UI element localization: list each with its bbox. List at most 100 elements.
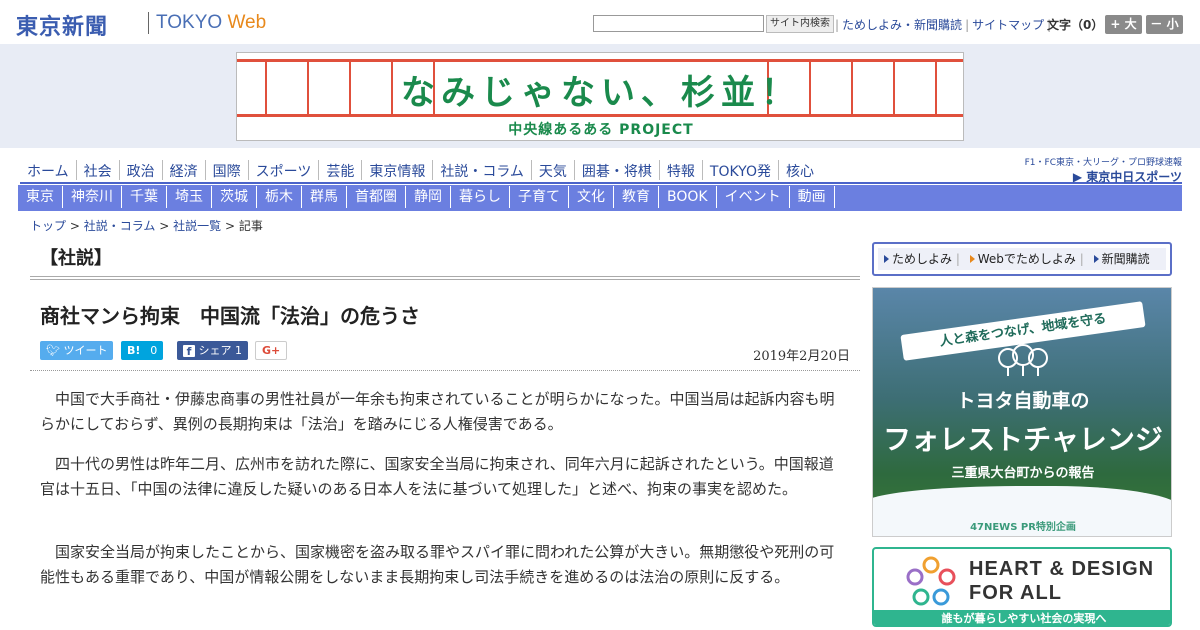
nav-home[interactable]: ホーム [20,160,77,180]
ad-title-line2: フォレストチャレンジ [883,423,1163,456]
nav-editorial-column[interactable]: 社説・コラム [433,160,532,180]
subscription-links: ためしよみ | Webでためしよみ | 新聞購読 [878,248,1166,270]
site-search-button[interactable]: サイト内検索 [766,15,834,33]
nav-region-kanagawa[interactable]: 神奈川 [63,186,122,208]
hatena-count: 0 [150,344,158,357]
header-divider: | [835,18,840,32]
nav-entertainment[interactable]: 芸能 [319,160,363,180]
trial-subscribe-link[interactable]: ためしよみ・新聞購読 [842,18,962,32]
article-date: 2019年2月20日 [753,349,850,364]
nav-economy[interactable]: 経済 [163,160,206,180]
hatena-bookmark-button[interactable]: B! 0 [121,341,164,360]
breadcrumb-editorial-column[interactable]: 社説・コラム [84,219,156,233]
article-paragraph: 中国で大手商社・伊藤忠商事の男性社員が一年余も拘束されていることが明らかになった… [40,390,835,433]
breadcrumb-current: 記事 [238,219,263,233]
nav-living[interactable]: 暮らし [451,186,510,208]
section-divider [30,276,860,280]
arrow-right-icon [1093,255,1099,263]
chunichi-sports-link[interactable]: F1・FC東京・大リーグ・プロ野球速報 ▶ 東京中日スポーツ [1025,155,1182,185]
trial-read-link[interactable]: ためしよみ [892,252,952,266]
nav-region-gunma[interactable]: 群馬 [302,186,347,208]
site-search-input[interactable] [593,15,764,32]
nav-special-report[interactable]: 特報 [660,160,703,180]
ad2-title-line1: HEART & DESIGN [969,558,1155,580]
nav-go-shogi[interactable]: 囲碁・将棋 [575,160,660,180]
breadcrumb-editorial-list[interactable]: 社説一覧 [173,219,221,233]
nav-core[interactable]: 核心 [779,160,821,180]
logo-tokyo-shimbun[interactable]: 東京新聞 [16,9,108,41]
arrow-right-icon [969,255,975,263]
nav-region-saitama[interactable]: 埼玉 [167,186,212,208]
web-trial-read-link[interactable]: Webでためしよみ [978,252,1076,266]
article-paragraph: 国家安全当局が拘束したことから、国家機密を盗み取る罪やスパイ罪に問われた公算が大… [40,543,835,586]
logo-tokyo-text: TOKYO [156,12,223,33]
nav-region-chiba[interactable]: 千葉 [122,186,167,208]
section-title: 【社説】 [40,248,112,269]
tweet-button[interactable]: 🐦︎ ツイート [40,341,114,360]
region-nav: 東京 神奈川 千葉 埼玉 茨城 栃木 群馬 首都圏 静岡 暮らし 子育て 文化 … [18,185,1182,211]
ad2-tagline: 誰もが暮らしやすい社会の実現へ [874,610,1170,625]
breadcrumb-separator: > [69,219,80,233]
breadcrumb-separator: > [159,219,170,233]
sports-link-title: ▶ 東京中日スポーツ [1072,170,1182,184]
banner-rail [237,114,963,117]
nav-tokyo-hatsu[interactable]: TOKYO発 [703,160,779,180]
nav-region-tochigi[interactable]: 栃木 [257,186,302,208]
article-divider [30,370,860,371]
article-headline: 商社マンら拘束 中国流「法治」の危うさ [40,304,420,328]
sports-link-caption: F1・FC東京・大リーグ・プロ野球速報 [1024,158,1182,168]
banner-title: なみじゃない、杉並！ [401,73,801,113]
star-emblem-icon [906,556,956,606]
nav-book[interactable]: BOOK [659,186,717,208]
banner-subtitle: 中央線あるある PROJECT [508,122,694,138]
nav-politics[interactable]: 政治 [120,160,163,180]
breadcrumb: トップ > 社説・コラム > 社説一覧 > 記事 [30,217,263,234]
subscription-links-box: ためしよみ | Webでためしよみ | 新聞購読 [872,242,1172,276]
ad-title-line1: トヨタ自動車の [956,390,1090,412]
link-divider: | [1079,252,1084,266]
ad2-title-line2: FOR ALL [969,582,1062,604]
nav-event[interactable]: イベント [717,186,790,208]
font-larger-button[interactable]: + 大 [1105,15,1142,34]
sitemap-link[interactable]: サイトマップ [972,18,1044,32]
breadcrumb-separator: > [224,219,235,233]
nav-parenting[interactable]: 子育て [510,186,569,208]
article-paragraph: 四十代の男性は昨年二月、広州市を訪れた際に、国家安全当局に拘束され、同年六月に起… [40,455,834,498]
tweet-label: ツイート [63,344,108,357]
font-size-label: 文字（0） [1047,18,1104,32]
nav-weather[interactable]: 天気 [532,160,575,180]
nav-sports[interactable]: スポーツ [249,160,320,180]
ad-banner-suginami[interactable]: なみじゃない、杉並！ 中央線あるある PROJECT [236,52,964,141]
main-nav: ホーム 社会 政治 経済 国際 スポーツ 芸能 東京情報 社説・コラム 天気 囲… [20,158,1182,184]
ad-footer-label: 47NEWS PR特別企画 [970,522,1076,533]
google-plus-button[interactable]: G+ [255,341,288,360]
nav-region-tokyo[interactable]: 東京 [18,186,63,208]
header-links: | ためしよみ・新聞購読 | サイトマップ | [832,16,1054,33]
nav-video[interactable]: 動画 [790,186,835,208]
ad-heart-design-for-all[interactable]: HEART & DESIGN FOR ALL 誰もが暮らしやすい社会の実現へ [872,547,1172,627]
facebook-icon: f [183,345,195,358]
nav-tokyo-info[interactable]: 東京情報 [362,160,434,180]
trees-icon [998,344,1048,376]
nav-education[interactable]: 教育 [614,186,659,208]
facebook-share-button[interactable]: f シェア 1 [177,341,248,360]
nav-society[interactable]: 社会 [77,160,120,180]
twitter-bird-icon: 🐦︎ [46,344,60,357]
subscribe-link[interactable]: 新聞購読 [1102,252,1150,266]
nav-region-shutoken[interactable]: 首都圏 [347,186,406,208]
logo-tokyo-web[interactable]: TOKYO Web [156,12,266,34]
logo-divider [148,12,149,34]
breadcrumb-top[interactable]: トップ [30,219,66,233]
logo-web-text: Web [227,12,267,33]
nav-international[interactable]: 国際 [206,160,249,180]
site-header: 東京新聞 TOKYO Web サイト内検索 | ためしよみ・新聞購読 | サイトマップ… [0,0,1200,44]
nav-region-shizuoka[interactable]: 静岡 [406,186,451,208]
nav-culture[interactable]: 文化 [569,186,614,208]
arrow-right-icon [884,255,889,263]
header-divider: | [965,18,970,32]
nav-region-ibaraki[interactable]: 茨城 [212,186,257,208]
font-smaller-button[interactable]: － 小 [1146,15,1183,34]
ad-title-line3: 三重県大台町からの報告 [951,466,1095,481]
ad-toyota-forest-challenge[interactable]: 人と森をつなげ、地域を守る トヨタ自動車の フォレストチャレンジ 三重県大台町か… [872,287,1172,537]
facebook-share-count: 1 [235,344,242,357]
